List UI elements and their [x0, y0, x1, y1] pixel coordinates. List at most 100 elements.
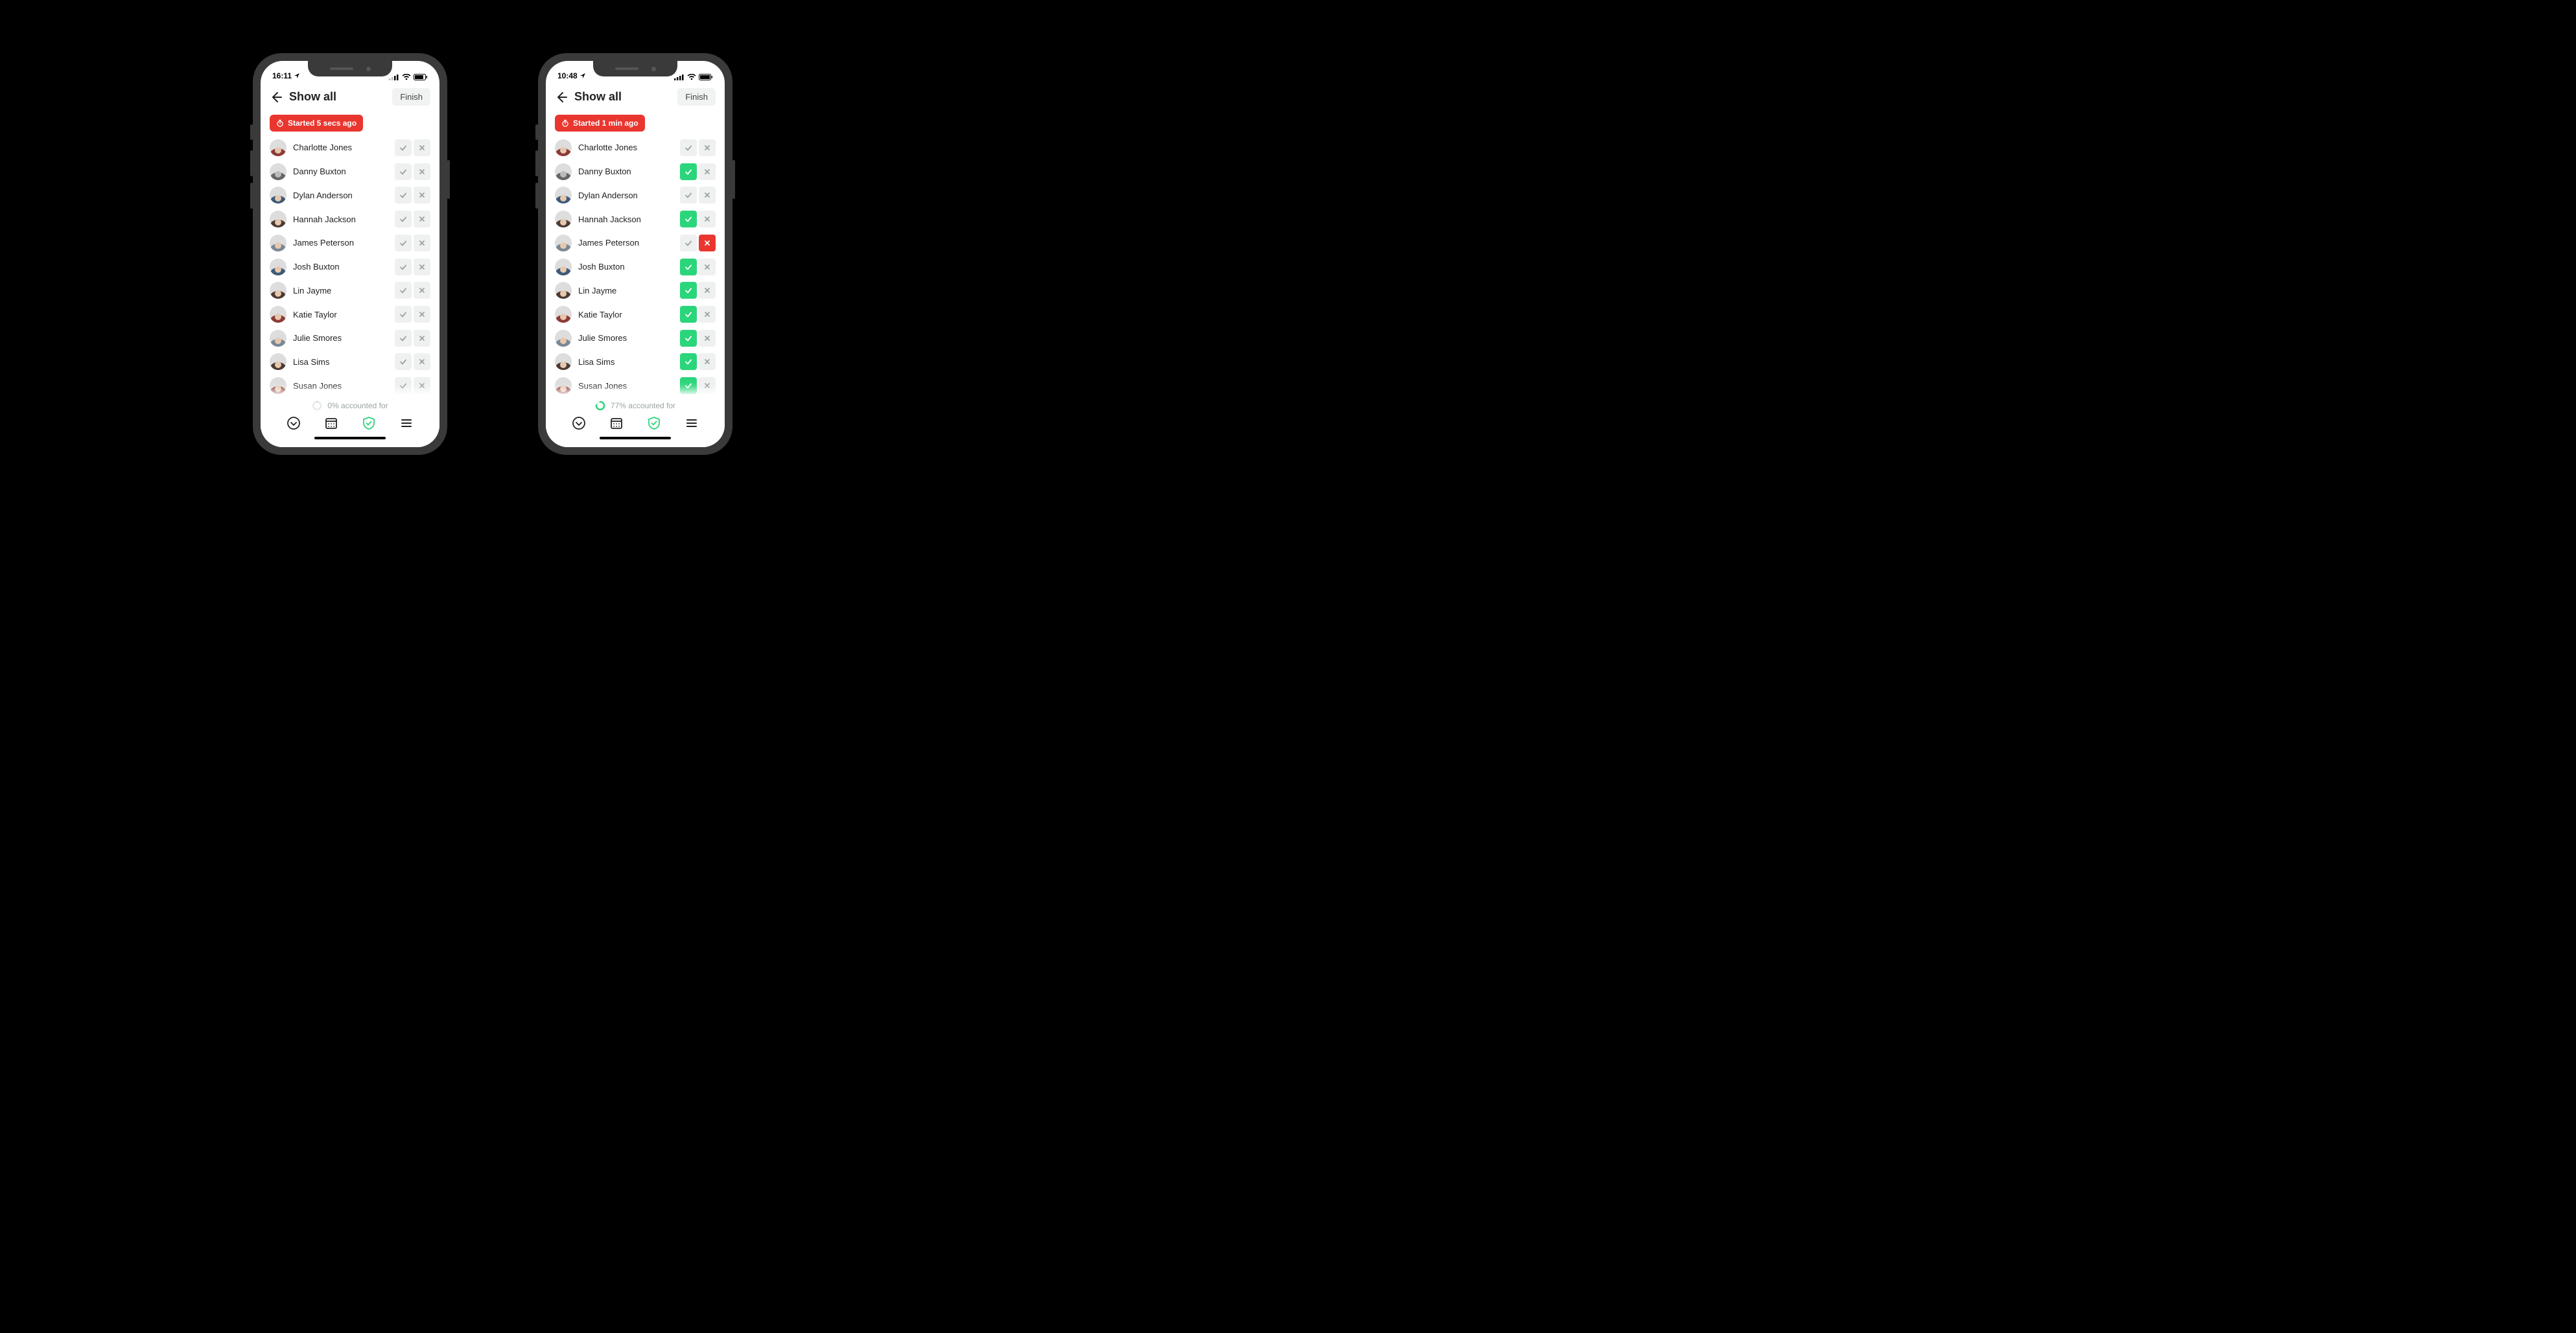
check-button[interactable] [680, 377, 697, 394]
avatar [555, 139, 572, 156]
tab-calendar-icon[interactable] [324, 416, 338, 430]
check-button[interactable] [680, 187, 697, 203]
cross-button[interactable] [414, 211, 430, 227]
check-button[interactable] [395, 353, 412, 370]
avatar [270, 353, 287, 370]
person-row: Katie Taylor [555, 305, 716, 324]
person-row: Hannah Jackson [555, 209, 716, 229]
started-banner: Started 5 secs ago [270, 115, 363, 132]
person-name: Danny Buxton [578, 167, 673, 176]
person-row: Lin Jayme [270, 281, 430, 300]
person-name: Susan Jones [578, 381, 673, 391]
back-icon[interactable] [270, 91, 283, 104]
signal-icon [389, 74, 399, 80]
wifi-icon [687, 74, 696, 80]
cross-button[interactable] [414, 139, 430, 156]
progress-label: 77% accounted for [611, 401, 675, 410]
cross-button[interactable] [699, 139, 716, 156]
started-banner: Started 1 min ago [555, 115, 645, 132]
check-button[interactable] [680, 353, 697, 370]
notch [308, 61, 392, 76]
cross-button[interactable] [699, 330, 716, 347]
finish-button[interactable]: Finish [392, 88, 430, 106]
avatar [270, 306, 287, 323]
tab-bar [546, 416, 725, 430]
mark-buttons [395, 377, 430, 394]
status-time: 10:48 [557, 71, 578, 80]
home-indicator[interactable] [600, 437, 671, 439]
header: Show all Finish [546, 82, 725, 112]
progress-label: 0% accounted for [327, 401, 388, 410]
tab-bar [261, 416, 439, 430]
check-button[interactable] [680, 139, 697, 156]
cross-button[interactable] [414, 377, 430, 394]
cross-button[interactable] [414, 282, 430, 299]
check-button[interactable] [680, 282, 697, 299]
check-button[interactable] [395, 259, 412, 275]
check-button[interactable] [680, 235, 697, 251]
check-button[interactable] [680, 306, 697, 323]
tab-shield-icon[interactable] [362, 416, 376, 430]
cross-button[interactable] [414, 187, 430, 203]
cross-button[interactable] [414, 306, 430, 323]
back-icon[interactable] [555, 91, 568, 104]
avatar [555, 259, 572, 275]
check-button[interactable] [680, 211, 697, 227]
tab-calendar-icon[interactable] [609, 416, 624, 430]
mark-buttons [680, 377, 716, 394]
check-button[interactable] [395, 187, 412, 203]
tab-clockin-icon[interactable] [287, 416, 301, 430]
cross-button[interactable] [699, 163, 716, 180]
cross-button[interactable] [699, 187, 716, 203]
check-button[interactable] [395, 163, 412, 180]
mark-buttons [395, 211, 430, 227]
check-button[interactable] [395, 235, 412, 251]
check-button[interactable] [680, 259, 697, 275]
check-button[interactable] [680, 163, 697, 180]
tab-shield-icon[interactable] [647, 416, 661, 430]
tab-clockin-icon[interactable] [572, 416, 586, 430]
mark-buttons [395, 353, 430, 370]
phone-frame-left: 16:11 Show all Finish Started 5 secs ago [253, 53, 447, 455]
finish-button[interactable]: Finish [677, 88, 716, 106]
person-name: Lin Jayme [293, 286, 388, 296]
cross-button[interactable] [699, 259, 716, 275]
stopwatch-icon [561, 119, 569, 127]
person-row: Dylan Anderson [270, 185, 430, 205]
avatar [270, 282, 287, 299]
cross-button[interactable] [414, 259, 430, 275]
person-name: Katie Taylor [578, 310, 673, 319]
person-row: Julie Smores [555, 329, 716, 348]
cross-button[interactable] [699, 306, 716, 323]
check-button[interactable] [395, 211, 412, 227]
mark-buttons [680, 187, 716, 203]
avatar [555, 306, 572, 323]
check-button[interactable] [395, 377, 412, 394]
page-title: Show all [289, 90, 336, 104]
signal-icon [674, 74, 685, 80]
cross-button[interactable] [414, 163, 430, 180]
tab-menu-icon[interactable] [685, 416, 699, 430]
cross-button[interactable] [414, 330, 430, 347]
cross-button[interactable] [414, 235, 430, 251]
cross-button[interactable] [699, 235, 716, 251]
mark-buttons [680, 282, 716, 299]
notch [593, 61, 677, 76]
check-button[interactable] [395, 282, 412, 299]
check-button[interactable] [395, 139, 412, 156]
cross-button[interactable] [414, 353, 430, 370]
person-row: Lin Jayme [555, 281, 716, 300]
avatar [270, 163, 287, 180]
check-button[interactable] [680, 330, 697, 347]
cross-button[interactable] [699, 211, 716, 227]
cross-button[interactable] [699, 282, 716, 299]
mark-buttons [395, 139, 430, 156]
cross-button[interactable] [699, 377, 716, 394]
check-button[interactable] [395, 330, 412, 347]
check-button[interactable] [395, 306, 412, 323]
person-name: Susan Jones [293, 381, 388, 391]
home-indicator[interactable] [314, 437, 386, 439]
battery-icon [699, 74, 713, 80]
tab-menu-icon[interactable] [399, 416, 414, 430]
cross-button[interactable] [699, 353, 716, 370]
